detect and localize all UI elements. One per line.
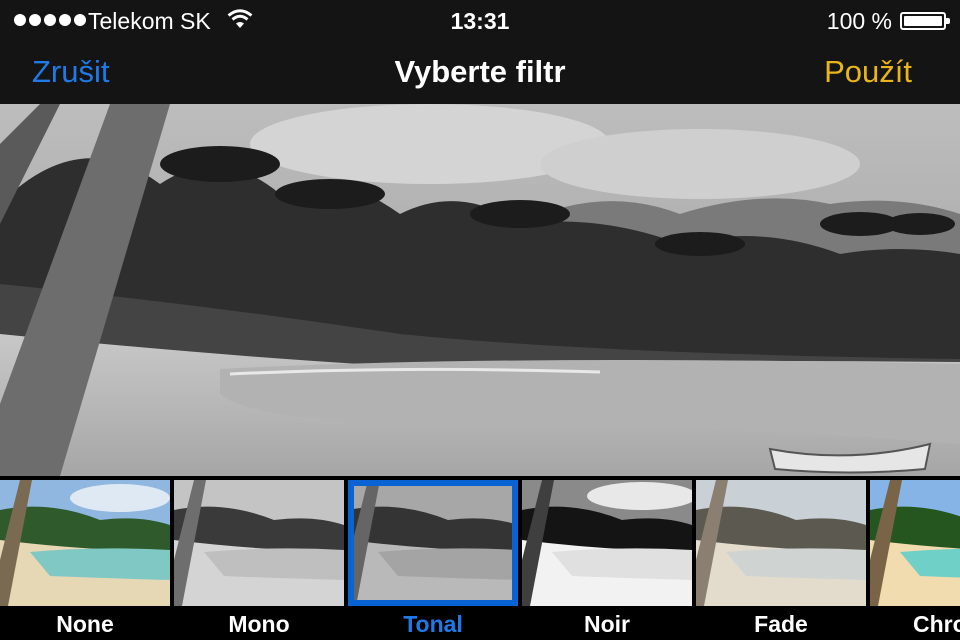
filter-label-chrome[interactable]: Chro [870, 611, 960, 638]
filter-thumb-noir[interactable] [522, 480, 692, 606]
page-title: Vyberte filtr [394, 54, 566, 89]
apply-button[interactable]: Použít [824, 54, 912, 90]
navigation-bar: Zrušit Vyberte filtr Použít [0, 40, 960, 104]
status-bar: Telekom SK 13:31 100 % [0, 0, 960, 40]
beach-photo-tonal [0, 104, 960, 476]
selection-frame [348, 480, 518, 606]
filter-thumb-chrome[interactable] [870, 480, 960, 606]
battery-percentage: 100 % [826, 8, 892, 34]
photo-preview [0, 104, 960, 476]
filter-thumb-tonal[interactable] [348, 480, 518, 606]
cancel-button[interactable]: Zrušit [32, 54, 110, 90]
filter-thumb-fade[interactable] [696, 480, 866, 606]
filter-label-mono[interactable]: Mono [174, 611, 344, 638]
filter-strip[interactable]: None Mono Tonal Noir Fade Chro [0, 476, 960, 640]
status-time: 13:31 [450, 8, 510, 34]
filter-label-fade[interactable]: Fade [696, 611, 866, 638]
filter-thumb-mono[interactable] [174, 480, 344, 606]
battery-icon [900, 12, 950, 30]
filter-label-tonal[interactable]: Tonal [348, 611, 518, 638]
filter-label-noir[interactable]: Noir [522, 611, 692, 638]
filter-thumb-none[interactable] [0, 480, 170, 606]
filter-label-none[interactable]: None [0, 611, 170, 638]
